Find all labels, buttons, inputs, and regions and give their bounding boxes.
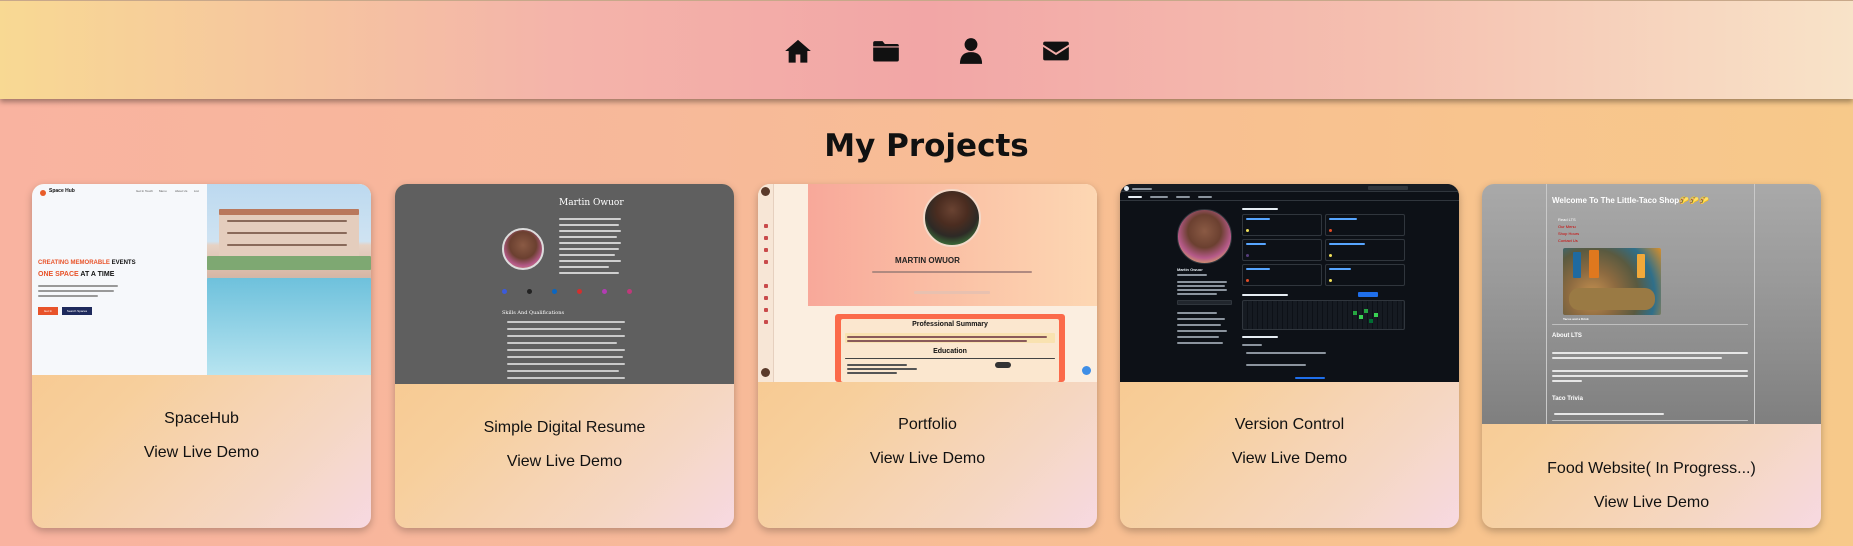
- spacehub-headline-1: CREATING MEMORABLE EVENTS: [38, 260, 136, 266]
- food-site-trivia-heading: Taco Trivia: [1552, 396, 1583, 402]
- github-logo-icon: [1124, 186, 1129, 191]
- food-site-caption: Tacos and a Drink: [1563, 317, 1589, 321]
- project-title: Portfolio: [898, 416, 957, 433]
- portfolio-name: MARTIN OWUOR: [895, 256, 960, 265]
- view-live-demo-link[interactable]: View Live Demo: [1120, 450, 1459, 468]
- portfolio-summary-heading: Professional Summary: [912, 321, 988, 328]
- food-site-tacos-image: [1563, 248, 1661, 315]
- project-card-spacehub: Space Hub Get In Touch Menu About Us Lis…: [32, 184, 371, 528]
- spacehub-hotel-image: [207, 184, 371, 375]
- project-title: SpaceHub: [164, 410, 239, 427]
- github-avatar: [1177, 209, 1232, 264]
- food-site-nav-link: Contact Us: [1558, 238, 1578, 243]
- top-navbar: [0, 0, 1853, 99]
- spacehub-nav-link: Get In Touch: [136, 189, 153, 193]
- envelope-icon[interactable]: [1042, 37, 1070, 65]
- portfolio-scroll-top-icon: [1082, 366, 1091, 375]
- resume-social-icon: [577, 289, 582, 294]
- project-title: Simple Digital Resume: [483, 419, 646, 436]
- spacehub-search-button: Search Spaces: [62, 307, 92, 315]
- project-card-food-website: Welcome To The Little-Taco Shop🌮🌮🌮 Read …: [1482, 184, 1821, 528]
- project-card-version-control: Martin Owuor Version Control View Live D…: [1120, 184, 1459, 528]
- resume-name: Martin Owuor: [559, 198, 624, 208]
- spacehub-logo-icon: [40, 190, 46, 196]
- spacehub-nav-link: About Us: [175, 189, 188, 193]
- food-site-nav-link: Read LTS: [1558, 217, 1576, 222]
- resume-social-icon: [552, 289, 557, 294]
- food-site-about-heading: About LTS: [1552, 333, 1582, 339]
- user-icon[interactable]: [957, 37, 985, 65]
- spacehub-nav-link: Menu: [159, 189, 167, 193]
- resume-social-icon: [527, 289, 532, 294]
- resume-social-icon: [627, 289, 632, 294]
- food-site-nav-link: Shop Hours: [1558, 231, 1580, 236]
- portfolio-sidebar: [758, 184, 774, 382]
- github-contribution-graph: [1242, 300, 1405, 330]
- github-profile-name: Martin Owuor: [1177, 267, 1203, 272]
- portfolio-education-heading: Education: [933, 348, 967, 355]
- portfolio-summary-box: Professional Summary Education: [835, 314, 1065, 382]
- food-site-heading: Welcome To The Little-Taco Shop🌮🌮🌮: [1552, 196, 1709, 205]
- project-thumbnail-version-control[interactable]: Martin Owuor: [1120, 184, 1459, 382]
- resume-avatar: [502, 228, 544, 270]
- resume-skills-heading: Skills And Qualifications: [502, 310, 565, 316]
- food-site-nav-link: Our Menu: [1558, 224, 1576, 229]
- view-live-demo-link[interactable]: View Live Demo: [395, 453, 734, 471]
- spacehub-get-in-button: Get In: [38, 307, 58, 315]
- view-live-demo-link[interactable]: View Live Demo: [758, 450, 1097, 468]
- view-live-demo-link[interactable]: View Live Demo: [1482, 494, 1821, 512]
- home-icon[interactable]: [784, 37, 812, 65]
- project-title: Version Control: [1234, 416, 1345, 433]
- spacehub-brand: Space Hub: [49, 188, 75, 194]
- project-thumbnail-resume[interactable]: Martin Owuor Skills And Qualifications: [395, 184, 734, 384]
- spacehub-nav-link: List: [194, 189, 199, 193]
- resume-social-icon: [502, 289, 507, 294]
- project-card-portfolio: MARTIN OWUOR Professional Summary Educat…: [758, 184, 1097, 528]
- project-thumbnail-spacehub[interactable]: Space Hub Get In Touch Menu About Us Lis…: [32, 184, 371, 375]
- github-header: [1120, 184, 1459, 192]
- view-live-demo-link[interactable]: View Live Demo: [32, 444, 371, 462]
- resume-social-icon: [602, 289, 607, 294]
- portfolio-sidebar-avatar: [761, 187, 770, 196]
- page-title: My Projects: [824, 128, 1029, 164]
- project-card-resume: Martin Owuor Skills And Qualifications S…: [395, 184, 734, 528]
- project-thumbnail-portfolio[interactable]: MARTIN OWUOR Professional Summary Educat…: [758, 184, 1097, 382]
- folder-icon[interactable]: [872, 37, 900, 65]
- project-title: Food Website( In Progress...): [1547, 460, 1756, 477]
- spacehub-headline-2: ONE SPACE AT A TIME: [38, 271, 115, 278]
- portfolio-avatar: [923, 189, 981, 247]
- project-thumbnail-food-website[interactable]: Welcome To The Little-Taco Shop🌮🌮🌮 Read …: [1482, 184, 1821, 424]
